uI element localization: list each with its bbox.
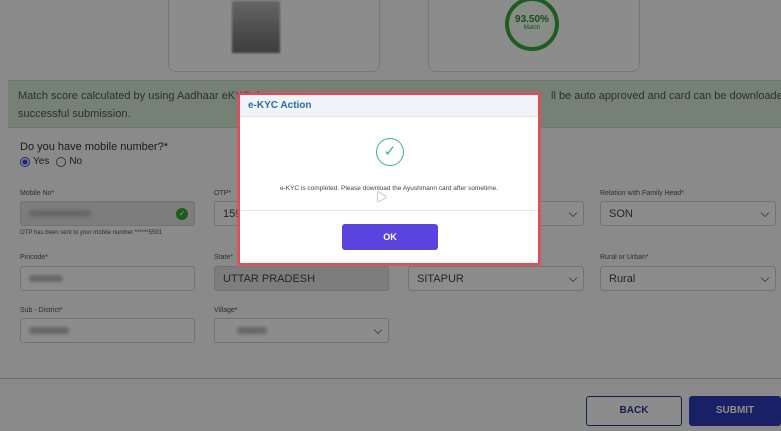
ok-button[interactable]: OK — [342, 224, 438, 250]
dialog-title: e-KYC Action — [248, 100, 312, 111]
ekyc-action-dialog: e-KYC Action ✓ e-KYC is completed. Pleas… — [238, 93, 540, 265]
dialog-header: e-KYC Action — [240, 95, 538, 117]
dialog-message: e-KYC is completed. Please download the … — [279, 185, 499, 192]
dialog-divider — [240, 210, 538, 211]
success-check-icon: ✓ — [376, 138, 404, 166]
